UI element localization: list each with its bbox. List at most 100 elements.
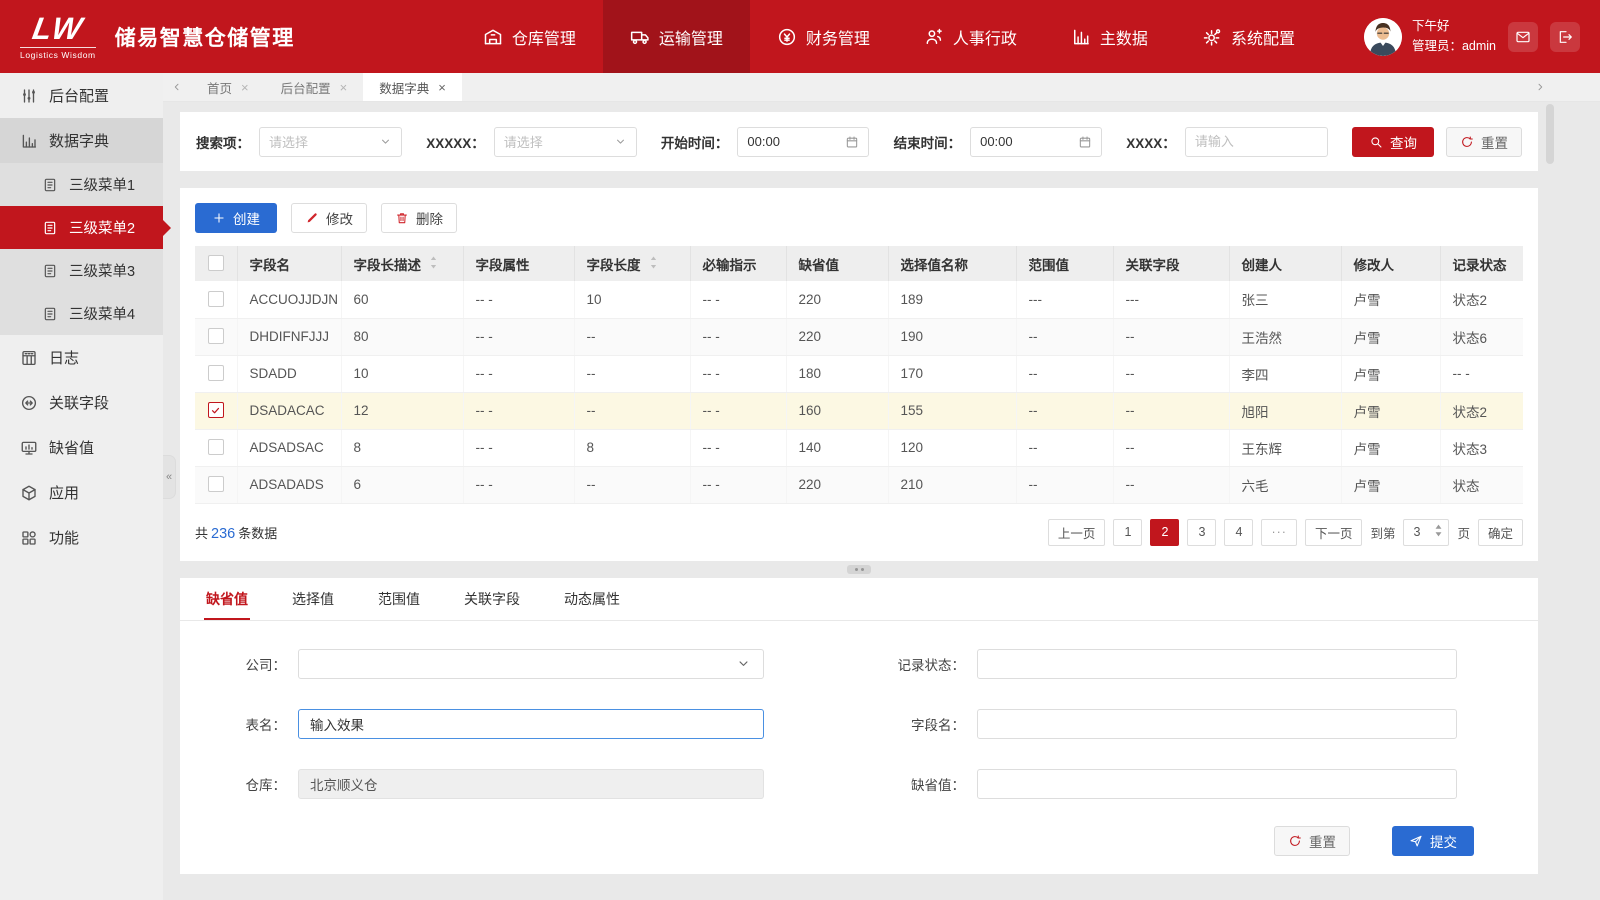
tab-close-icon[interactable]: × (438, 81, 446, 94)
logout-button[interactable] (1550, 22, 1580, 52)
form-select[interactable] (298, 649, 764, 679)
tab-close-icon[interactable]: × (340, 81, 348, 94)
tab-scroll-right[interactable] (1526, 73, 1554, 101)
time-picker-4[interactable]: 00:00 (970, 127, 1102, 157)
detail-tab-4[interactable]: 关联字段 (462, 578, 522, 620)
sidebar-collapse-handle[interactable]: « (163, 455, 176, 499)
search-reset-button[interactable]: 重置 (1446, 127, 1522, 157)
chevron-down-icon (614, 135, 627, 148)
nav-item-4[interactable]: 人事行政 (897, 0, 1044, 73)
select-all-checkbox[interactable] (208, 255, 224, 271)
goto-page-input[interactable]: 3 (1403, 519, 1449, 546)
vertical-scrollbar[interactable] (1546, 104, 1554, 164)
table-row-5[interactable]: ADSADSAC8-- -8-- -140120----王东辉卢雪状态3 (195, 429, 1523, 466)
nav-item-label: 系统配置 (1231, 25, 1295, 49)
table-row-1[interactable]: ACCUOJJDJN60-- -10-- -220189------张三卢雪状态… (195, 281, 1523, 318)
goto-page-value: 3 (1413, 525, 1420, 539)
page-button-3[interactable]: 3 (1187, 519, 1216, 546)
page-ellipsis[interactable]: ··· (1261, 519, 1297, 546)
prev-page-button[interactable]: 上一页 (1048, 519, 1106, 546)
row-checkbox[interactable] (208, 439, 224, 455)
detail-tab-3[interactable]: 范围值 (376, 578, 422, 620)
sidebar-item-2[interactable]: 数据字典 (0, 118, 163, 163)
page-button-1[interactable]: 1 (1113, 519, 1142, 546)
row-checkbox[interactable] (208, 365, 224, 381)
gear-icon (1202, 27, 1222, 47)
column-header-1: 字段名 (237, 246, 341, 281)
sidebar-item-4[interactable]: 三级菜单2 (0, 206, 163, 249)
column-header-2[interactable]: 字段长描述 (341, 246, 463, 281)
cell: 220 (786, 466, 888, 503)
sidebar-item-6[interactable]: 三级菜单4 (0, 292, 163, 335)
table-row-4[interactable]: DSADACAC12-- ----- -160155----旭阳卢雪状态2 (195, 392, 1523, 429)
confirm-page-button[interactable]: 确定 (1478, 519, 1523, 546)
cell: 状态3 (1440, 429, 1523, 466)
sidebar-item-10[interactable]: 应用 (0, 470, 163, 515)
sidebar-item-7[interactable]: 日志 (0, 335, 163, 380)
form-row-left-2: 表名： (180, 709, 859, 739)
sidebar-item-1[interactable]: 后台配置 (0, 73, 163, 118)
nav-item-label: 主数据 (1100, 25, 1148, 49)
row-checkbox[interactable] (208, 402, 224, 418)
detail-tab-2[interactable]: 选择值 (290, 578, 336, 620)
form-input[interactable] (978, 650, 1456, 678)
nav-item-3[interactable]: 财务管理 (750, 0, 897, 73)
form-input[interactable] (299, 710, 763, 738)
page-button-4[interactable]: 4 (1224, 519, 1253, 546)
sort-icon[interactable] (649, 255, 658, 273)
submit-button[interactable]: 提交 (1392, 826, 1474, 856)
row-checkbox[interactable] (208, 476, 224, 492)
page-tab-2[interactable]: 后台配置× (265, 73, 364, 101)
query-button[interactable]: 查询 (1352, 127, 1434, 157)
search-select-2[interactable]: 请选择 (494, 127, 637, 157)
detail-tab-5[interactable]: 动态属性 (562, 578, 622, 620)
cell: -- - (463, 281, 574, 318)
sort-icon[interactable] (429, 255, 438, 273)
sidebar-item-9[interactable]: 缺省值 (0, 425, 163, 470)
cell: 张三 (1229, 281, 1341, 318)
page-tab-3[interactable]: 数据字典× (363, 73, 462, 101)
avatar[interactable] (1364, 18, 1402, 56)
nav-item-2[interactable]: 运输管理 (603, 0, 750, 73)
column-header-4[interactable]: 字段长度 (574, 246, 690, 281)
page-button-2[interactable]: 2 (1150, 519, 1179, 546)
row-checkbox[interactable] (208, 328, 224, 344)
table-row-2[interactable]: DHDIFNFJJJ80-- ----- -220190----王浩然卢雪状态6 (195, 318, 1523, 355)
table-row-6[interactable]: ADSADADS6-- ----- -220210----六毛卢雪状态 (195, 466, 1523, 503)
table-row-3[interactable]: SDADD10-- ----- -180170----李四卢雪-- - (195, 355, 1523, 392)
cell: -- - (463, 392, 574, 429)
nav-item-6[interactable]: 系统配置 (1175, 0, 1322, 73)
nav-item-5[interactable]: 主数据 (1044, 0, 1175, 73)
edit-button[interactable]: 修改 (291, 203, 367, 233)
tab-close-icon[interactable]: × (241, 81, 249, 94)
select-all-cell (195, 246, 237, 281)
nav-item-1[interactable]: 仓库管理 (456, 0, 603, 73)
stepper-icon[interactable] (1434, 523, 1443, 541)
divider-drag-handle[interactable] (847, 565, 871, 574)
sidebar-item-3[interactable]: 三级菜单1 (0, 163, 163, 206)
detail-tab-1[interactable]: 缺省值 (204, 578, 250, 620)
cell: 旭阳 (1229, 392, 1341, 429)
cell: 状态2 (1440, 392, 1523, 429)
sidebar-item-8[interactable]: 关联字段 (0, 380, 163, 425)
create-button[interactable]: 创建 (195, 203, 277, 233)
form-input[interactable] (978, 710, 1456, 738)
time-picker-3[interactable]: 00:00 (737, 127, 869, 157)
mail-button[interactable] (1508, 22, 1538, 52)
tab-scroll-left[interactable] (163, 73, 191, 101)
cell: -- - (690, 466, 786, 503)
sidebar-item-5[interactable]: 三级菜单3 (0, 249, 163, 292)
row-checkbox-cell (195, 281, 237, 318)
next-page-button[interactable]: 下一页 (1305, 519, 1363, 546)
form-input[interactable] (978, 770, 1456, 798)
search-select-1[interactable]: 请选择 (259, 127, 402, 157)
page-tab-1[interactable]: 首页× (191, 73, 265, 101)
cell: -- - (463, 429, 574, 466)
delete-button[interactable]: 删除 (381, 203, 457, 233)
sidebar-item-label: 关联字段 (49, 392, 109, 413)
row-checkbox[interactable] (208, 291, 224, 307)
column-header-label: 记录状态 (1453, 254, 1507, 274)
sidebar-item-11[interactable]: 功能 (0, 515, 163, 560)
search-input[interactable] (1185, 127, 1328, 157)
form-reset-button[interactable]: 重置 (1274, 826, 1350, 856)
